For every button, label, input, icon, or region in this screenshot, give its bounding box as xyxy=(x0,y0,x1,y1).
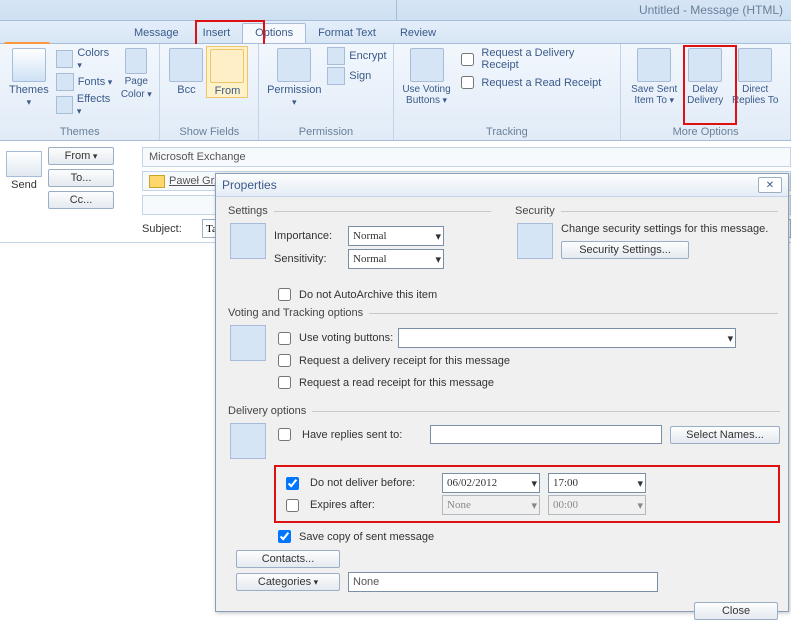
mail-icon xyxy=(6,151,42,177)
tab-format-text[interactable]: Format Text xyxy=(306,24,388,43)
request-delivery-receipt[interactable]: Request a Delivery Receipt xyxy=(457,46,614,72)
select-names-button[interactable]: Select Names... xyxy=(670,426,780,444)
voting-buttons-select[interactable]: ▾ xyxy=(398,328,736,348)
tab-message[interactable]: Message xyxy=(122,24,191,43)
colors-icon xyxy=(56,50,74,68)
autoarchive-checkbox[interactable] xyxy=(278,288,291,301)
send-button[interactable]: Send xyxy=(6,179,42,191)
permission-button[interactable]: Permission xyxy=(265,46,323,108)
highlight-options-tab xyxy=(195,20,265,47)
themes-icon xyxy=(12,48,46,82)
importance-select[interactable]: Normal▾ xyxy=(348,226,444,246)
highlight-delay-delivery xyxy=(683,45,737,125)
bcc-button[interactable]: Bcc xyxy=(166,46,206,98)
categories-value: None xyxy=(348,572,658,592)
tab-review[interactable]: Review xyxy=(388,24,448,43)
properties-dialog: Properties ✕ Settings Importance: Normal… xyxy=(215,173,789,612)
colors-button[interactable]: Colors xyxy=(56,46,115,72)
highlight-delivery-timing: Do not deliver before: 06/02/2012▾ 17:00… xyxy=(274,465,780,523)
ribbon: Themes Colors Fonts Effects Page Color T… xyxy=(0,44,791,141)
direct-replies-icon xyxy=(738,48,772,82)
bcc-icon xyxy=(169,48,203,82)
voting-buttons[interactable]: Use Voting Buttons xyxy=(400,46,454,106)
delivery-receipt-checkbox[interactable] xyxy=(278,354,291,367)
security-group: Security Change security settings for th… xyxy=(513,205,778,263)
group-themes: Themes Colors Fonts Effects Page Color T… xyxy=(0,44,160,140)
effects-button[interactable]: Effects xyxy=(56,92,115,118)
from-icon xyxy=(210,49,244,83)
do-not-deliver-time[interactable]: 17:00▾ xyxy=(548,473,646,493)
dialog-close-icon[interactable]: ✕ xyxy=(758,177,782,193)
security-icon xyxy=(517,223,553,259)
delivery-options-group: Delivery options Have replies sent to: S… xyxy=(226,405,780,594)
replies-input[interactable] xyxy=(430,425,662,444)
quick-access-toolbar: Untitled - Message (HTML) xyxy=(0,0,791,21)
expires-time: 00:00▾ xyxy=(548,495,646,515)
read-receipt-checkbox[interactable] xyxy=(278,376,291,389)
save-sent-item-button[interactable]: Save Sent Item To xyxy=(627,46,681,106)
effects-icon xyxy=(56,96,73,114)
group-permission: Permission Encrypt Sign Permission xyxy=(259,44,393,140)
fonts-icon xyxy=(56,73,74,91)
dialog-title: Properties xyxy=(222,178,277,192)
contacts-button[interactable]: Contacts... xyxy=(236,550,340,568)
save-copy-checkbox[interactable] xyxy=(278,530,291,543)
expires-date: None▾ xyxy=(442,495,540,515)
group-show-fields: Bcc From Show Fields xyxy=(160,44,259,140)
encrypt-button[interactable]: Encrypt xyxy=(327,46,386,66)
window-title: Untitled - Message (HTML) xyxy=(639,3,783,17)
fonts-button[interactable]: Fonts xyxy=(56,72,115,92)
sign-button[interactable]: Sign xyxy=(327,66,386,86)
permission-icon xyxy=(277,48,311,82)
signature-icon xyxy=(327,67,345,85)
ribbon-tabs: Message Insert Options Format Text Revie… xyxy=(0,21,791,44)
voting-group-icon xyxy=(230,325,266,361)
themes-button[interactable]: Themes xyxy=(6,46,52,118)
voting-tracking-group: Voting and Tracking options Use voting b… xyxy=(226,307,778,399)
request-read-receipt[interactable]: Request a Read Receipt xyxy=(457,72,614,93)
cc-button[interactable]: Cc... xyxy=(48,191,114,209)
from-picker[interactable]: From xyxy=(48,147,114,165)
use-voting-checkbox[interactable] xyxy=(278,332,291,345)
page-color-icon xyxy=(125,48,147,74)
categories-button[interactable]: Categories xyxy=(236,573,340,591)
lock-icon xyxy=(327,47,345,65)
expires-checkbox[interactable] xyxy=(286,499,299,512)
from-value: Microsoft Exchange xyxy=(142,147,791,167)
save-sent-icon xyxy=(637,48,671,82)
sensitivity-select[interactable]: Normal▾ xyxy=(348,249,444,269)
subject-label: Subject: xyxy=(142,223,194,235)
do-not-deliver-date[interactable]: 06/02/2012▾ xyxy=(442,473,540,493)
page-color-button[interactable]: Page Color xyxy=(119,46,153,118)
settings-icon xyxy=(230,223,266,259)
folder-icon xyxy=(149,175,165,188)
from-button[interactable]: From xyxy=(206,46,248,98)
to-button[interactable]: To... xyxy=(48,169,114,187)
delivery-icon xyxy=(230,423,266,459)
do-not-deliver-checkbox[interactable] xyxy=(286,477,299,490)
replies-checkbox[interactable] xyxy=(278,428,291,441)
voting-icon xyxy=(410,48,444,82)
security-settings-button[interactable]: Security Settings... xyxy=(561,241,689,259)
settings-group: Settings Importance: Normal▾ Sensitivity… xyxy=(226,205,491,276)
direct-replies-button[interactable]: Direct Replies To xyxy=(729,46,781,106)
close-button[interactable]: Close xyxy=(694,602,778,620)
group-tracking: Use Voting Buttons Request a Delivery Re… xyxy=(394,44,622,140)
